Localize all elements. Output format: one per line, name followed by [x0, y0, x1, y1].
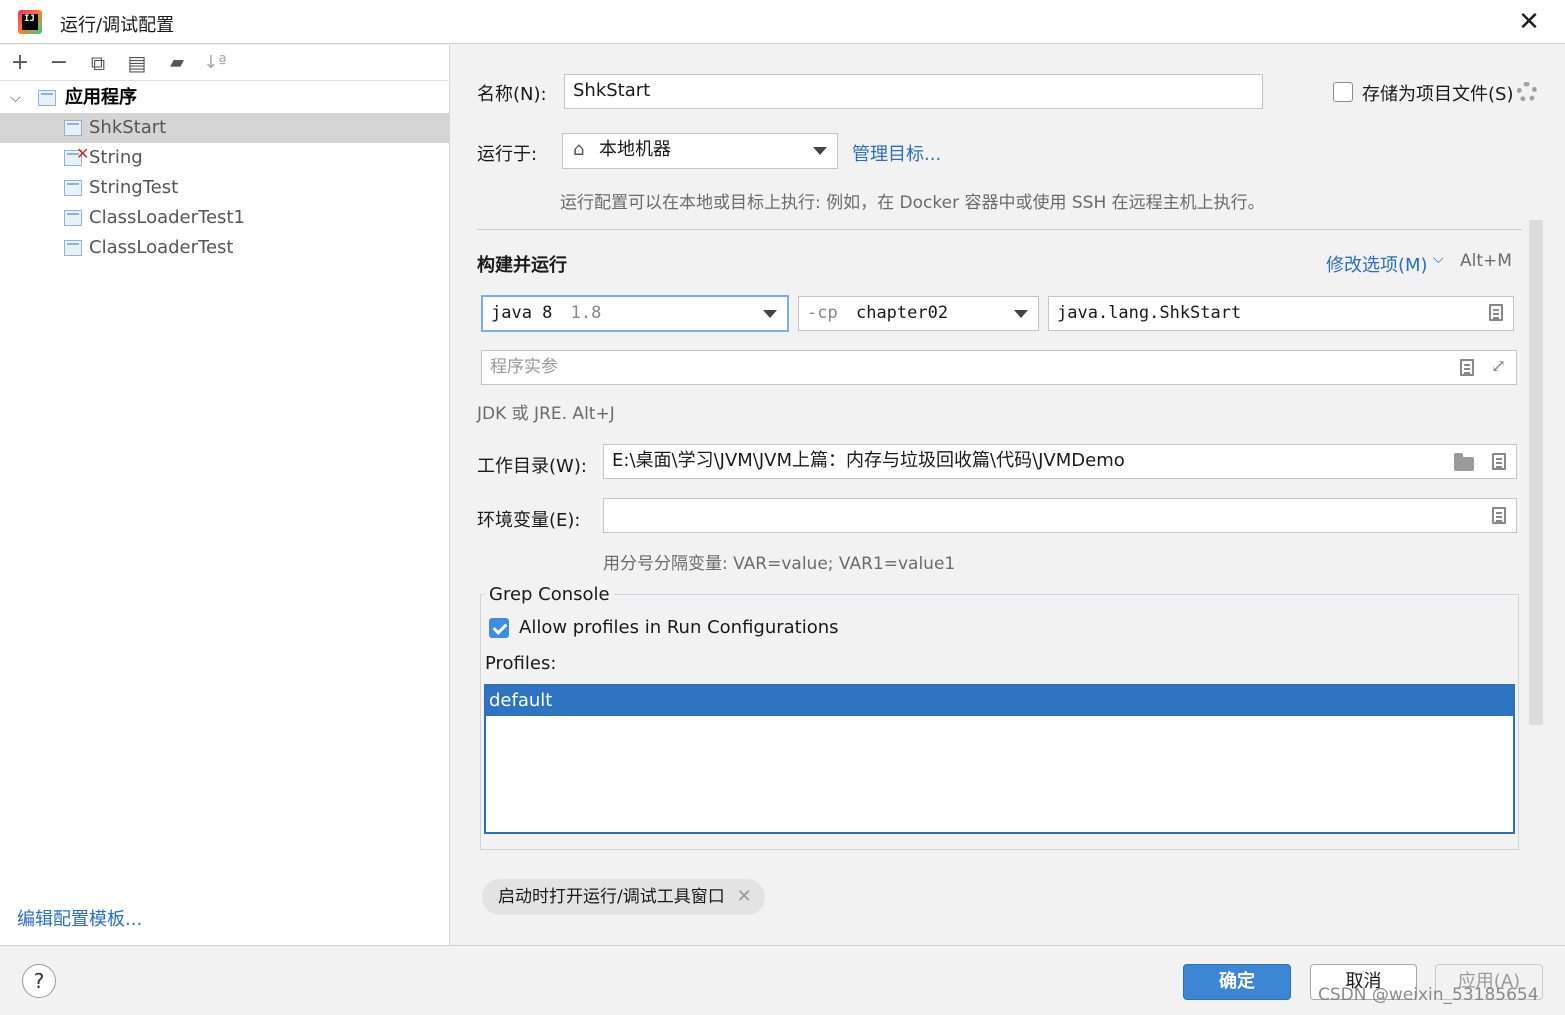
jdk-hint: JDK 或 JRE. Alt+J — [477, 404, 615, 424]
config-icon — [64, 240, 82, 256]
build-run-title: 构建并运行 — [477, 255, 567, 276]
tree-item-string[interactable]: ✕ String — [0, 143, 450, 173]
modify-options-link[interactable]: 修改选项(M) — [1326, 251, 1428, 277]
intellij-app-icon: IJ — [18, 10, 42, 34]
watermark: CSDN @weixin_53185654 — [1318, 985, 1539, 1005]
folder-icon[interactable] — [1454, 453, 1474, 471]
profiles-list[interactable]: default — [484, 684, 1515, 834]
tree-item-classloadertest[interactable]: ClassLoaderTest — [0, 233, 450, 263]
modify-options-shortcut: Alt+M — [1460, 251, 1512, 271]
add-icon[interactable]: + — [6, 49, 34, 77]
manage-targets-link[interactable]: 管理目标... — [852, 140, 941, 166]
workdir-label: 工作目录(W): — [477, 456, 587, 477]
tree-group-label: 应用程序 — [65, 87, 137, 108]
browse-icon[interactable] — [1492, 453, 1506, 470]
sort-icon[interactable]: ↓ª — [201, 49, 229, 77]
tree-item-label: String — [89, 147, 143, 168]
env-label: 环境变量(E): — [477, 510, 581, 531]
program-args-input[interactable]: 程序实参 ⤢ — [481, 350, 1517, 385]
tree-item-label: ShkStart — [89, 117, 167, 138]
tree-item-shkstart[interactable]: ShkStart — [0, 113, 450, 143]
configurations-panel: + − ⧉ ▤ ▰ ↓ª ⌵ 应用程序 ShkStart ✕ String St… — [0, 45, 450, 945]
application-icon — [38, 90, 56, 106]
browse-icon[interactable] — [1489, 304, 1503, 321]
name-label: 名称(N): — [477, 84, 547, 105]
open-tool-window-chip[interactable]: 启动时打开运行/调试工具窗口 ✕ — [482, 879, 765, 915]
cp-prefix: -cp — [807, 303, 838, 323]
workdir-value: E:\桌面\学习\JVM\JVM上篇：内存与垃圾回收篇\代码\JVMDemo — [612, 450, 1125, 471]
chevron-down-icon — [813, 147, 827, 155]
tree-item-label: StringTest — [89, 177, 179, 198]
edit-templates-link[interactable]: 编辑配置模板... — [17, 905, 142, 931]
cp-value: chapter02 — [855, 303, 949, 323]
title-bar: IJ 运行/调试配置 ✕ — [0, 0, 1565, 44]
browse-icon[interactable] — [1460, 359, 1474, 376]
chip-label: 启动时打开运行/调试工具窗口 — [498, 887, 725, 907]
classpath-dropdown[interactable]: -cp chapter02 — [798, 296, 1039, 331]
home-icon: ⌂ — [573, 139, 585, 160]
gear-icon[interactable] — [1517, 82, 1537, 102]
grep-console-title: Grep Console — [485, 584, 614, 605]
divider — [477, 229, 1522, 230]
main-class-input[interactable]: java.lang.ShkStart — [1048, 296, 1514, 331]
close-icon[interactable]: ✕ — [737, 879, 752, 915]
save-icon[interactable]: ▤ — [123, 49, 151, 77]
config-icon — [64, 210, 82, 226]
run-on-hint: 运行配置可以在本地或目标上执行: 例如，在 Docker 容器中或使用 SSH … — [560, 193, 1265, 213]
run-on-dropdown[interactable]: ⌂ 本地机器 — [562, 133, 838, 169]
chevron-down-icon[interactable]: ⌵ — [10, 83, 26, 113]
error-icon: ✕ — [76, 144, 90, 163]
store-project-file-label: 存储为项目文件(S) — [1362, 84, 1514, 105]
env-hint: 用分号分隔变量: VAR=value; VAR1=value1 — [603, 554, 956, 574]
jdk-value: java 8 — [491, 303, 553, 323]
workdir-input[interactable]: E:\桌面\学习\JVM\JVM上篇：内存与垃圾回收篇\代码\JVMDemo — [603, 444, 1517, 479]
chevron-down-icon[interactable]: ⌵ — [1433, 251, 1444, 267]
jdk-dropdown[interactable]: java 8 1.8 — [481, 295, 789, 332]
main-class-value: java.lang.ShkStart — [1057, 303, 1242, 323]
env-input[interactable] — [603, 498, 1517, 533]
chevron-down-icon — [763, 310, 777, 318]
config-icon — [64, 120, 82, 136]
list-item[interactable]: default — [486, 686, 1513, 716]
expand-icon[interactable]: ⤢ — [1491, 351, 1506, 383]
store-project-file-checkbox[interactable] — [1333, 82, 1353, 102]
name-input[interactable]: ShkStart — [564, 74, 1263, 109]
ok-button[interactable]: 确定 — [1183, 964, 1291, 1000]
tree-item-classloadertest1[interactable]: ClassLoaderTest1 — [0, 203, 450, 233]
window-title: 运行/调试配置 — [60, 15, 175, 36]
copy-icon[interactable]: ⧉ — [84, 49, 112, 77]
help-button[interactable]: ? — [22, 964, 56, 998]
tree-group-application[interactable]: ⌵ 应用程序 — [0, 83, 450, 113]
tree-item-stringtest[interactable]: StringTest — [0, 173, 450, 203]
new-folder-icon[interactable]: ▰ — [163, 49, 191, 77]
chevron-down-icon — [1014, 310, 1028, 318]
form-scrollbar[interactable] — [1529, 220, 1543, 725]
config-icon — [64, 180, 82, 196]
allow-profiles-checkbox[interactable] — [489, 618, 509, 638]
browse-icon[interactable] — [1492, 507, 1506, 524]
program-args-placeholder: 程序实参 — [490, 357, 558, 377]
remove-icon[interactable]: − — [45, 49, 73, 77]
profiles-label: Profiles: — [485, 653, 557, 674]
jdk-version: 1.8 — [570, 303, 602, 323]
tree-item-label: ClassLoaderTest — [89, 237, 234, 258]
tree-item-label: ClassLoaderTest1 — [89, 207, 245, 228]
configurations-toolbar: + − ⧉ ▤ ▰ ↓ª — [0, 45, 450, 81]
close-icon[interactable]: ✕ — [1515, 8, 1543, 36]
allow-profiles-label: Allow profiles in Run Configurations — [519, 617, 839, 638]
run-on-label: 运行于: — [477, 144, 538, 165]
run-on-value: 本地机器 — [599, 139, 671, 160]
